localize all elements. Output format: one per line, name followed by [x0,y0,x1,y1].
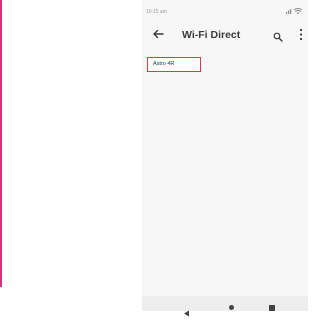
search-icon[interactable] [273,29,283,42]
nav-back-icon[interactable] [183,304,190,317]
status-bar: 10:15 am [142,0,308,20]
phone-screen: 10:15 am Wi-Fi Direct Astro 4R [142,0,308,317]
nav-recent-icon[interactable] [269,305,275,311]
more-vert-icon[interactable] [299,28,303,41]
app-bar: Wi-Fi Direct [142,22,308,48]
back-arrow-icon[interactable] [151,27,165,41]
device-item-astro-4r[interactable]: Astro 4R [147,57,201,72]
nav-home-icon[interactable] [229,305,234,310]
left-edge-rule [0,0,2,287]
system-nav-bar [142,296,308,317]
wifi-icon [293,8,303,15]
status-time: 10:15 am [146,9,167,15]
status-icons [280,7,308,15]
signal-icon [286,9,292,14]
page-title: Wi-Fi Direct [182,29,241,41]
